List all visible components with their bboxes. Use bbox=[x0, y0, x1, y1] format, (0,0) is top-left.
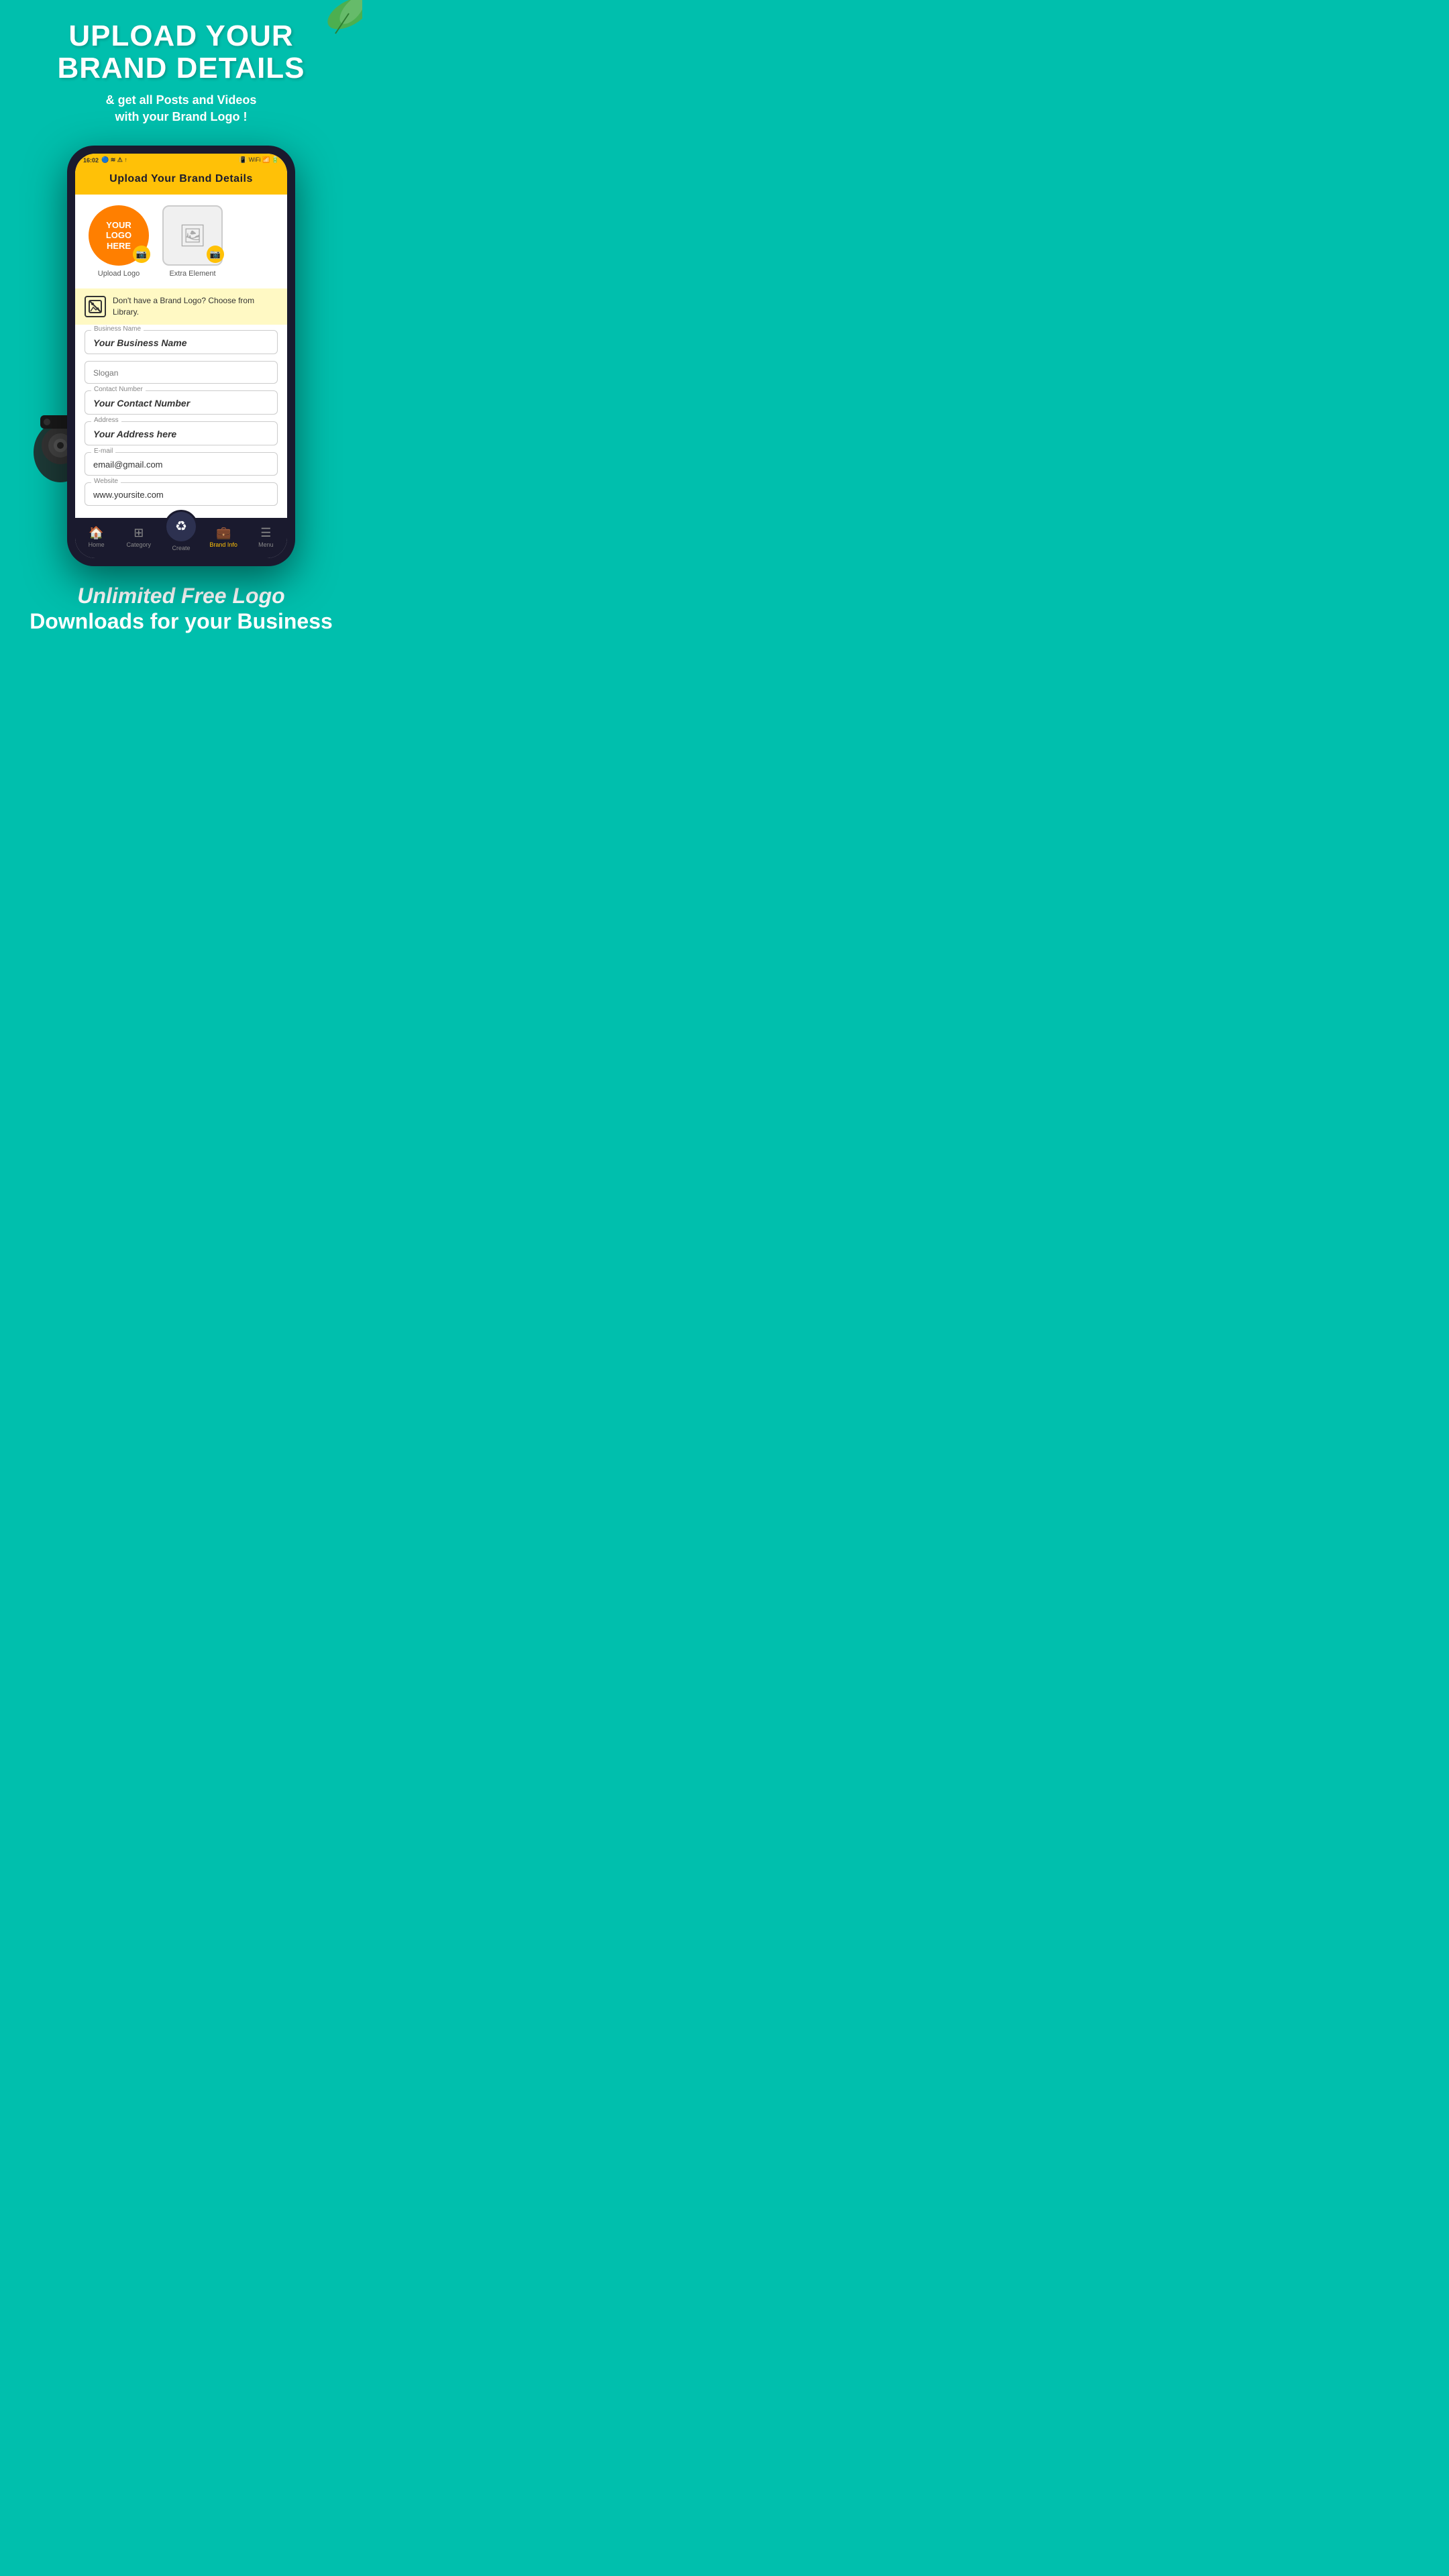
email-field[interactable]: E-mail bbox=[85, 452, 278, 476]
extra-element-label: Extra Element bbox=[169, 270, 215, 278]
bottom-title-line2: Downloads for your Business bbox=[13, 608, 349, 634]
phone-wrapper: 16:02 🔵 ≋ ⚠ ↑ 📳 WiFi 📶 🔋 Upload Your Bra… bbox=[67, 146, 295, 566]
website-input[interactable] bbox=[85, 482, 278, 506]
slogan-input[interactable] bbox=[85, 361, 278, 384]
info-banner-text: Don't have a Brand Logo? Choose from Lib… bbox=[113, 295, 278, 318]
business-name-input[interactable] bbox=[85, 330, 278, 354]
business-name-label: Business Name bbox=[91, 325, 144, 333]
slogan-field[interactable] bbox=[85, 361, 278, 384]
logo-upload-area[interactable]: YOUR LOGO HERE 📷 Upload Logo bbox=[89, 205, 149, 278]
contact-number-field[interactable]: Contact Number bbox=[85, 390, 278, 415]
status-bar: 16:02 🔵 ≋ ⚠ ↑ 📳 WiFi 📶 🔋 bbox=[75, 154, 287, 166]
bottom-nav: 🏠 Home ⊞ Category ♻ Create bbox=[75, 518, 287, 558]
menu-icon: ☰ bbox=[260, 526, 271, 540]
contact-label: Contact Number bbox=[91, 386, 146, 393]
create-button[interactable]: ♻ bbox=[164, 510, 198, 543]
hero-title-line1: UPLOAD YOUR bbox=[68, 19, 293, 52]
image-placeholder-icon: 🖼 bbox=[179, 223, 207, 248]
website-label: Website bbox=[91, 478, 121, 485]
website-field[interactable]: Website bbox=[85, 482, 278, 506]
upload-section: YOUR LOGO HERE 📷 Upload Logo 🖼 bbox=[75, 195, 287, 288]
home-label: Home bbox=[89, 541, 105, 548]
brand-info-label: Brand Info bbox=[209, 541, 237, 548]
status-time: 16:02 🔵 ≋ ⚠ ↑ bbox=[83, 156, 127, 164]
hero-section: UPLOAD YOUR BRAND DETAILS & get all Post… bbox=[0, 0, 362, 136]
info-banner[interactable]: Don't have a Brand Logo? Choose from Lib… bbox=[75, 288, 287, 325]
extra-element-area[interactable]: 🖼 📷 Extra Element bbox=[162, 205, 223, 278]
create-label: Create bbox=[172, 545, 190, 551]
nav-item-home[interactable]: 🏠 Home bbox=[80, 526, 113, 548]
brand-info-icon: 💼 bbox=[216, 526, 231, 540]
nav-item-menu[interactable]: ☰ Menu bbox=[249, 526, 282, 548]
form-section: Business Name Contact Number bbox=[75, 325, 287, 518]
nav-item-brand-info[interactable]: 💼 Brand Info bbox=[207, 526, 240, 548]
address-label: Address bbox=[91, 417, 121, 424]
upload-logo-label: Upload Logo bbox=[98, 270, 140, 278]
menu-label: Menu bbox=[258, 541, 274, 548]
status-icons: 📳 WiFi 📶 🔋 bbox=[239, 156, 279, 164]
hero-subtitle-line1: & get all Posts and Videos bbox=[106, 93, 257, 107]
app-header-title: Upload Your Brand Details bbox=[86, 173, 276, 185]
address-input[interactable] bbox=[85, 421, 278, 445]
hero-subtitle: & get all Posts and Videos with your Bra… bbox=[13, 92, 349, 125]
address-field[interactable]: Address bbox=[85, 421, 278, 445]
bottom-section: Unlimited Free Logo Downloads for your B… bbox=[0, 566, 362, 655]
email-input[interactable] bbox=[85, 452, 278, 476]
hero-subtitle-line2: with your Brand Logo ! bbox=[115, 110, 248, 123]
page-background: UPLOAD YOUR BRAND DETAILS & get all Post… bbox=[0, 0, 362, 655]
nav-item-create[interactable]: ♻ Create bbox=[164, 523, 198, 551]
no-image-icon bbox=[85, 296, 106, 317]
category-label: Category bbox=[127, 541, 152, 548]
contact-input[interactable] bbox=[85, 390, 278, 415]
category-icon: ⊞ bbox=[133, 526, 144, 540]
app-header: Upload Your Brand Details bbox=[75, 166, 287, 195]
create-icon: ♻ bbox=[175, 518, 187, 535]
logo-camera-badge[interactable]: 📷 bbox=[133, 246, 150, 263]
business-name-field[interactable]: Business Name bbox=[85, 330, 278, 354]
extra-camera-badge[interactable]: 📷 bbox=[207, 246, 224, 263]
phone-screen: 16:02 🔵 ≋ ⚠ ↑ 📳 WiFi 📶 🔋 Upload Your Bra… bbox=[75, 154, 287, 558]
bottom-title-line1: Unlimited Free Logo bbox=[13, 583, 349, 608]
phone-container: 16:02 🔵 ≋ ⚠ ↑ 📳 WiFi 📶 🔋 Upload Your Bra… bbox=[40, 146, 322, 566]
phone-frame: 16:02 🔵 ≋ ⚠ ↑ 📳 WiFi 📶 🔋 Upload Your Bra… bbox=[67, 146, 295, 566]
hero-title-line2: BRAND DETAILS bbox=[57, 52, 305, 85]
email-label: E-mail bbox=[91, 447, 115, 455]
nav-item-category[interactable]: ⊞ Category bbox=[122, 526, 156, 548]
hero-title: UPLOAD YOUR BRAND DETAILS bbox=[13, 20, 349, 85]
home-icon: 🏠 bbox=[89, 526, 103, 540]
